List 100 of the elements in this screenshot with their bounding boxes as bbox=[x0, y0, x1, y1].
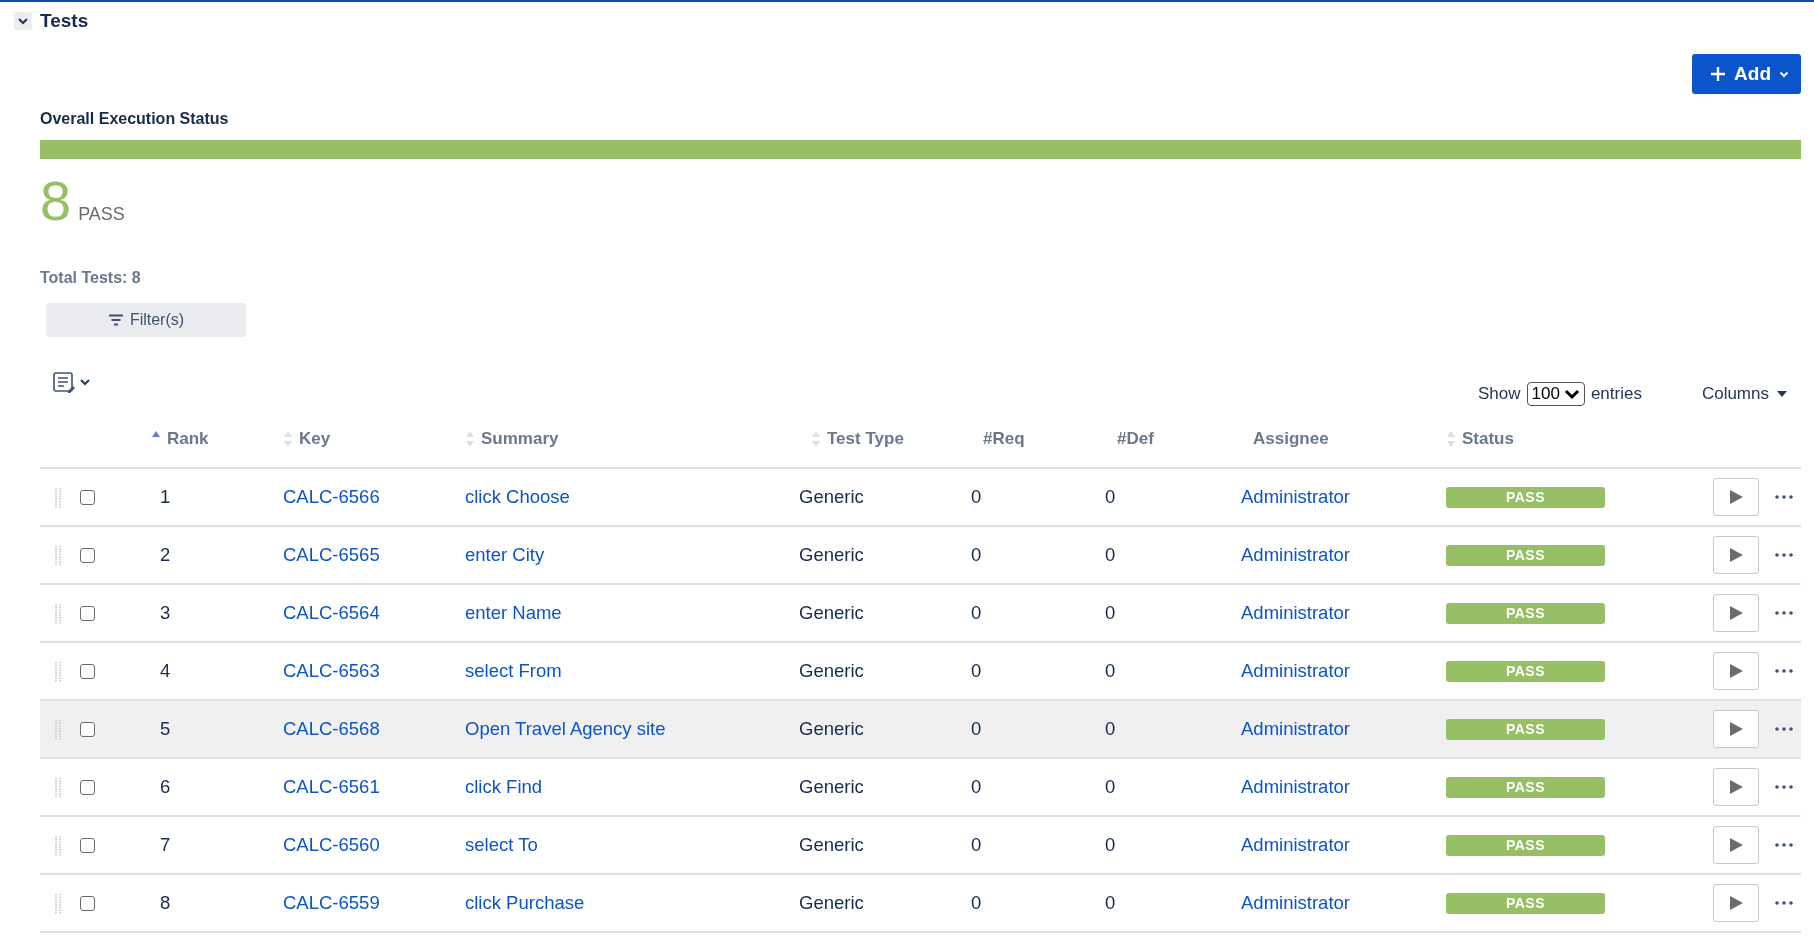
assignee-link[interactable]: Administrator bbox=[1241, 660, 1446, 682]
assignee-link[interactable]: Administrator bbox=[1241, 544, 1446, 566]
rank-cell-text: 5 bbox=[159, 718, 172, 740]
status-badge: PASS bbox=[1446, 892, 1605, 914]
row-checkbox[interactable] bbox=[80, 605, 95, 621]
req-count-cell-text: 0 bbox=[971, 718, 983, 740]
page-size-select[interactable]: 100 bbox=[1526, 382, 1585, 406]
row-checkbox[interactable] bbox=[80, 721, 95, 737]
play-icon bbox=[1728, 605, 1744, 621]
issue-key-link[interactable]: CALC-6561 bbox=[283, 776, 465, 798]
drag-handle-icon[interactable] bbox=[54, 486, 62, 508]
summary-link[interactable]: select To bbox=[465, 834, 799, 856]
section-title: Tests bbox=[40, 10, 89, 32]
run-button[interactable] bbox=[1713, 594, 1759, 632]
filter-button[interactable]: Filter(s) bbox=[46, 303, 246, 337]
run-button[interactable] bbox=[1713, 884, 1759, 922]
row-checkbox[interactable] bbox=[80, 547, 95, 563]
more-icon[interactable] bbox=[1775, 843, 1793, 847]
column-header[interactable]: #Def bbox=[1117, 429, 1154, 449]
assignee-link[interactable]: Administrator bbox=[1241, 892, 1446, 914]
summary-link[interactable]: enter City bbox=[465, 544, 799, 566]
assignee-link[interactable]: Administrator bbox=[1241, 486, 1446, 508]
add-button[interactable]: Add bbox=[1692, 54, 1801, 94]
drag-handle-icon[interactable] bbox=[54, 660, 62, 682]
chevron-icon bbox=[17, 17, 29, 25]
more-icon[interactable] bbox=[1775, 669, 1793, 673]
more-icon[interactable] bbox=[1775, 901, 1793, 905]
run-button[interactable] bbox=[1713, 478, 1759, 516]
def-count-cell-text: 0 bbox=[1105, 544, 1117, 566]
collapse-toggle[interactable] bbox=[14, 12, 32, 30]
drag-handle-icon[interactable] bbox=[54, 834, 62, 856]
column-header[interactable]: Key bbox=[299, 429, 331, 449]
column-header[interactable]: Status bbox=[1462, 429, 1514, 449]
status-title: Overall Execution Status bbox=[40, 110, 230, 128]
plus-icon bbox=[1710, 66, 1727, 82]
more-icon[interactable] bbox=[1775, 611, 1793, 615]
column-header[interactable]: #Req bbox=[983, 429, 1025, 449]
row-checkbox[interactable] bbox=[80, 837, 95, 853]
issue-key-link[interactable]: CALC-6566 bbox=[283, 486, 465, 508]
play-icon bbox=[1728, 895, 1744, 911]
drag-handle-icon[interactable] bbox=[54, 776, 62, 798]
assignee-link[interactable]: Administrator bbox=[1241, 602, 1446, 624]
drag-handle-icon[interactable] bbox=[54, 718, 62, 740]
drag-handle-icon[interactable] bbox=[54, 544, 62, 566]
filter-icon bbox=[107, 314, 124, 326]
run-button[interactable] bbox=[1713, 768, 1759, 806]
more-icon[interactable] bbox=[1775, 495, 1793, 499]
summary-link[interactable]: click Choose bbox=[465, 486, 799, 508]
show-label: Show bbox=[1477, 384, 1521, 404]
status-badge: PASS bbox=[1446, 486, 1605, 508]
test-type-cell-text: Generic bbox=[799, 776, 865, 798]
summary-link[interactable]: click Purchase bbox=[465, 892, 799, 914]
caret-icon bbox=[1779, 70, 1789, 78]
caret-icon bbox=[1777, 391, 1787, 397]
row-checkbox[interactable] bbox=[80, 489, 95, 505]
status-badge: PASS bbox=[1446, 718, 1605, 740]
total-tests: Total Tests: 8 bbox=[40, 269, 142, 287]
drag-handle-icon[interactable] bbox=[54, 602, 62, 624]
play-icon bbox=[1728, 721, 1744, 737]
row-checkbox[interactable] bbox=[80, 663, 95, 679]
column-header[interactable]: Test Type bbox=[827, 429, 904, 449]
play-icon bbox=[1728, 663, 1744, 679]
run-button[interactable] bbox=[1713, 710, 1759, 748]
pass-label: PASS bbox=[78, 204, 125, 225]
rank-cell-text: 2 bbox=[159, 544, 172, 566]
list-edit-icon bbox=[52, 370, 92, 394]
more-icon[interactable] bbox=[1775, 553, 1793, 557]
assignee-link[interactable]: Administrator bbox=[1241, 834, 1446, 856]
drag-handle-icon[interactable] bbox=[54, 892, 62, 914]
issue-key-link[interactable]: CALC-6560 bbox=[283, 834, 465, 856]
test-type-cell-text: Generic bbox=[799, 544, 865, 566]
more-icon[interactable] bbox=[1775, 727, 1793, 731]
column-header[interactable]: Summary bbox=[481, 429, 559, 449]
column-header[interactable]: Assignee bbox=[1253, 429, 1329, 449]
issue-key-link[interactable]: CALC-6565 bbox=[283, 544, 465, 566]
summary-link[interactable]: enter Name bbox=[465, 602, 799, 624]
more-icon[interactable] bbox=[1775, 785, 1793, 789]
test-type-cell-text: Generic bbox=[799, 718, 865, 740]
summary-link[interactable]: Open Travel Agency site bbox=[465, 718, 799, 740]
assignee-link[interactable]: Administrator bbox=[1241, 718, 1446, 740]
status-badge: PASS bbox=[1446, 660, 1605, 682]
issue-key-link[interactable]: CALC-6564 bbox=[283, 602, 465, 624]
issue-key-link[interactable]: CALC-6559 bbox=[283, 892, 465, 914]
column-header[interactable]: Rank bbox=[167, 429, 209, 449]
row-checkbox[interactable] bbox=[80, 895, 95, 911]
def-count-cell-text: 0 bbox=[1105, 486, 1117, 508]
play-icon bbox=[1728, 547, 1744, 563]
row-checkbox[interactable] bbox=[80, 779, 95, 795]
req-count-cell-text: 0 bbox=[971, 834, 983, 856]
columns-button[interactable]: Columns bbox=[1695, 383, 1793, 405]
assignee-link[interactable]: Administrator bbox=[1241, 776, 1446, 798]
status-badge: PASS bbox=[1446, 602, 1605, 624]
run-button[interactable] bbox=[1713, 826, 1759, 864]
issue-key-link[interactable]: CALC-6563 bbox=[283, 660, 465, 682]
issue-key-link[interactable]: CALC-6568 bbox=[283, 718, 465, 740]
run-button[interactable] bbox=[1713, 536, 1759, 574]
summary-link[interactable]: click Find bbox=[465, 776, 799, 798]
summary-link[interactable]: select From bbox=[465, 660, 799, 682]
run-button[interactable] bbox=[1713, 652, 1759, 690]
test-type-cell-text: Generic bbox=[799, 486, 865, 508]
